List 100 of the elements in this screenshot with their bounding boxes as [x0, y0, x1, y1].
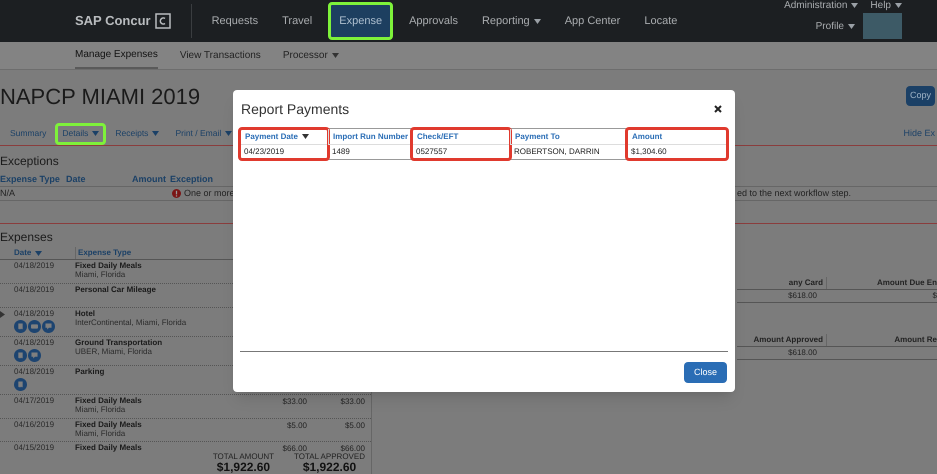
table-cell-text: Fixed Daily Meals	[75, 261, 143, 270]
nav-tab[interactable]: App Center	[556, 2, 628, 40]
table-cell-text: N/A	[0, 186, 16, 200]
section-title: Expenses	[0, 230, 53, 244]
table-cell-text: ROBERTSON, DARRIN	[513, 146, 601, 158]
nav-tab[interactable]: Approvals	[401, 2, 466, 40]
table-cell-text: Fixed Daily Meals	[75, 443, 143, 452]
table-cell-text: Miami, Florida	[75, 405, 126, 414]
report-tab[interactable]: Summary	[3, 122, 54, 144]
expense-row[interactable]: 04/16/2019 Fixed Daily Meals Miami, Florida $5.00 $5.00	[0, 419, 371, 442]
receipt-icon[interactable]	[14, 320, 27, 333]
table-cell-text: Miami, Florida	[75, 270, 126, 279]
table-cell-text: Personal Car Mileage	[75, 285, 157, 294]
table-cell-text: $618.00	[787, 290, 817, 302]
report-tab[interactable]: Details	[55, 122, 106, 144]
card-icon[interactable]	[28, 320, 41, 333]
column-header[interactable]: Date	[0, 247, 75, 259]
nav-tab[interactable]: Locate	[636, 2, 686, 40]
section-title: Exceptions	[0, 153, 59, 170]
close-icon[interactable]	[714, 105, 722, 113]
total-label: TOTAL APPROVED	[294, 452, 365, 461]
copy-button[interactable]: Copy	[906, 86, 935, 106]
hide-link[interactable]: Hide Ex	[903, 126, 935, 140]
error-icon	[172, 189, 181, 198]
column-header[interactable]: Check/EFT	[412, 129, 510, 145]
table-cell-text: UBER, Miami, Florida	[75, 347, 153, 356]
table-cell-text: InterContinental, Miami, Florida	[75, 318, 188, 327]
table-cell-text: $66.00	[340, 443, 366, 452]
logo-text: SAP Concur	[75, 12, 151, 30]
dialog-title: Report Payments	[241, 100, 350, 119]
report-tab[interactable]: Print / Email	[168, 122, 240, 144]
caret-icon	[152, 131, 160, 136]
column-header: Exception	[169, 172, 214, 186]
table-cell-text: $33.00	[282, 396, 307, 408]
column-header: Amount	[131, 172, 167, 186]
table-cell-text: Fixed Daily Meals	[75, 420, 143, 429]
nav-tab[interactable]: Reporting	[474, 2, 549, 40]
nav-tab[interactable]: Expense	[328, 2, 394, 40]
caret-icon	[35, 250, 42, 256]
caret-icon	[332, 53, 339, 58]
table-cell-text: 0527557	[415, 146, 448, 158]
utility-menu-link[interactable]: Help	[870, 0, 902, 13]
table-cell-text: $66.00	[282, 443, 307, 452]
logo-mark-icon	[154, 13, 171, 29]
column-header[interactable]: Payment Date	[240, 129, 328, 145]
table-cell-text: 04/15/2019	[14, 443, 56, 452]
column-header: Date	[65, 172, 87, 186]
chevron-icon[interactable]	[0, 311, 5, 318]
table-cell-text: 04/18/2019	[14, 285, 56, 294]
receipt-icon[interactable]	[14, 378, 27, 391]
total-value: $1,922.60	[216, 461, 270, 474]
table-cell-text: 04/18/2019	[14, 309, 56, 318]
nav-tab[interactable]: Travel	[274, 2, 320, 40]
comment-icon[interactable]	[28, 349, 41, 362]
caret-icon	[895, 3, 902, 8]
sub-nav-link[interactable]: View Transactions	[180, 42, 261, 69]
caret-icon	[851, 3, 858, 8]
table-cell-text: $5.00	[344, 420, 366, 432]
receipt-icon[interactable]	[14, 349, 27, 362]
table-cell-text: Fixed Daily Meals	[75, 396, 143, 405]
utility-menu-link[interactable]: Administration	[784, 0, 858, 13]
caret-icon	[534, 18, 541, 24]
table-cell-text: $1,304.60	[630, 146, 668, 158]
nav-tab[interactable]: Requests	[204, 2, 266, 40]
column-header: Expense Type	[0, 172, 61, 186]
column-header: Amount Approved	[737, 334, 827, 346]
table-cell-text: 04/18/2019	[14, 338, 56, 347]
expense-row[interactable]: 04/15/2019 Fixed Daily Meals $66.00 $66.00	[0, 442, 371, 452]
total-label: TOTAL AMOUNT	[212, 452, 274, 461]
table-cell-text: Ground Transportation	[75, 338, 164, 347]
column-header[interactable]: Payment To	[510, 129, 627, 145]
table-cell-text: Miami, Florida	[75, 429, 126, 438]
profile-menu[interactable]: Profile	[816, 18, 855, 34]
table-cell-text: 04/17/2019	[14, 396, 56, 405]
table-cell-text: 04/18/2019	[14, 261, 56, 270]
column-header[interactable]: Amount	[627, 129, 727, 145]
sub-nav-link[interactable]: Manage Expenses	[75, 42, 158, 69]
table-cell-text: 1489	[331, 146, 351, 158]
table-cell-text: 04/18/2019	[14, 367, 56, 376]
caret-icon	[92, 131, 100, 136]
table-cell-text: $618.00	[787, 347, 817, 359]
column-header[interactable]: Expense Type	[75, 247, 132, 259]
caret-icon	[225, 131, 232, 136]
table-cell-text: ed to the next workflow step.	[737, 186, 852, 200]
column-header: Amount Due En	[876, 276, 937, 288]
caret-icon	[848, 24, 855, 28]
table-cell-text: Hotel	[75, 309, 96, 318]
column-header[interactable]: Import Run Number	[328, 129, 412, 145]
caret-icon	[302, 134, 309, 139]
table-cell-text: $33.00	[340, 396, 366, 408]
expense-row[interactable]: 04/17/2019 Fixed Daily Meals Miami, Florida $33.00 $33.00	[0, 395, 371, 419]
report-title: NAPCP MIAMI 2019	[0, 82, 200, 110]
table-cell-text: 04/23/2019	[243, 146, 286, 158]
report-tab[interactable]: Receipts	[108, 122, 166, 144]
table-cell-text: Parking	[75, 367, 106, 376]
table-cell-text: $	[932, 290, 937, 302]
close-button[interactable]: Close	[684, 362, 727, 383]
comment-icon[interactable]	[42, 320, 55, 333]
sub-nav-link[interactable]: Processor	[282, 42, 339, 69]
column-header: Amount Re	[893, 334, 937, 346]
